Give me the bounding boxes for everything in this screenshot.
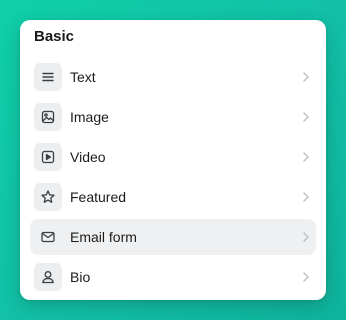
video-play-icon <box>34 143 62 171</box>
block-picker-panel: Basic Text Image Video Featured Email fo… <box>20 20 326 300</box>
section-title: Basic <box>34 28 75 45</box>
chevron-right-icon <box>302 271 310 283</box>
chevron-right-icon <box>302 151 310 163</box>
chevron-right-icon <box>302 231 310 243</box>
block-item-text[interactable]: Text <box>30 59 316 95</box>
block-item-image[interactable]: Image <box>30 99 316 135</box>
text-lines-icon <box>34 63 62 91</box>
star-icon <box>34 183 62 211</box>
chevron-right-icon <box>302 191 310 203</box>
block-item-label: Featured <box>70 189 127 205</box>
chevron-right-icon <box>302 111 310 123</box>
block-item-bio[interactable]: Bio <box>30 259 316 295</box>
block-item-video[interactable]: Video <box>30 139 316 175</box>
image-icon <box>34 103 62 131</box>
block-item-label: Email form <box>70 229 137 245</box>
block-item-label: Video <box>70 149 106 165</box>
block-item-email-form[interactable]: Email form <box>30 219 316 255</box>
user-icon <box>34 263 62 291</box>
block-item-label: Bio <box>70 269 91 285</box>
block-list: Text Image Video Featured Email form Bio <box>30 59 316 299</box>
block-item-label: Text <box>70 69 96 85</box>
chevron-right-icon <box>302 71 310 83</box>
block-item-featured[interactable]: Featured <box>30 179 316 215</box>
block-item-label: Image <box>70 109 109 125</box>
envelope-icon <box>34 223 62 251</box>
